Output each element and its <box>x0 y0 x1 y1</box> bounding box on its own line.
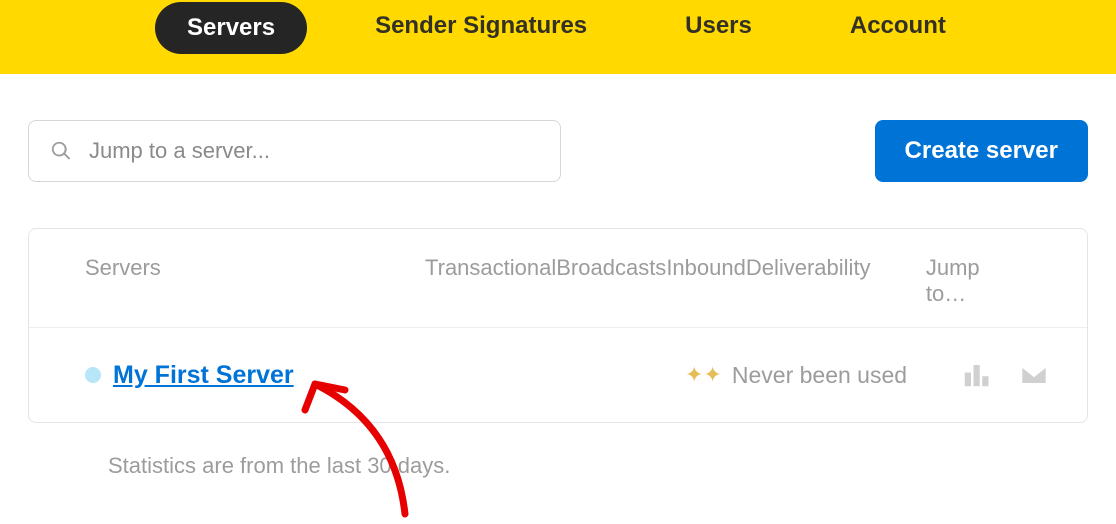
mail-icon[interactable] <box>1019 360 1049 390</box>
nav-sender-signatures[interactable]: Sender Signatures <box>345 0 617 56</box>
col-jump: Jump to… <box>926 255 1018 307</box>
sparkles-icon: ✦✦ <box>685 362 722 388</box>
table-row: My First Server ✦✦ Never been used <box>29 328 1087 422</box>
toolbar: Create server <box>28 120 1088 182</box>
stats-icon[interactable] <box>961 360 991 390</box>
server-cell: My First Server <box>85 361 425 390</box>
col-types: TransactionalBroadcastsInbound <box>425 255 746 281</box>
server-link[interactable]: My First Server <box>113 361 294 390</box>
col-transactional: Transactional <box>425 255 556 280</box>
server-color-dot <box>85 367 101 383</box>
search-input[interactable] <box>28 120 561 182</box>
nav-account[interactable]: Account <box>820 0 976 56</box>
col-deliverability: Deliverability <box>746 255 926 281</box>
nav-servers[interactable]: Servers <box>155 2 307 54</box>
jump-icons <box>961 360 1049 390</box>
search-icon <box>50 140 72 162</box>
servers-panel: Servers TransactionalBroadcastsInbound D… <box>28 228 1088 423</box>
col-servers: Servers <box>85 255 425 281</box>
col-broadcasts: Broadcasts <box>556 255 666 280</box>
nav-users[interactable]: Users <box>655 0 782 56</box>
deliverability-cell: ✦✦ Never been used <box>685 362 961 389</box>
col-inbound: Inbound <box>666 255 746 280</box>
table-header: Servers TransactionalBroadcastsInbound D… <box>29 229 1087 328</box>
search-wrapper <box>28 120 561 182</box>
deliverability-text: Never been used <box>732 362 907 389</box>
top-nav: Servers Sender Signatures Users Account <box>0 0 1116 74</box>
create-server-button[interactable]: Create server <box>875 120 1088 182</box>
footer-note: Statistics are from the last 30 days. <box>28 423 1088 479</box>
page-content: Create server Servers TransactionalBroad… <box>0 74 1116 479</box>
